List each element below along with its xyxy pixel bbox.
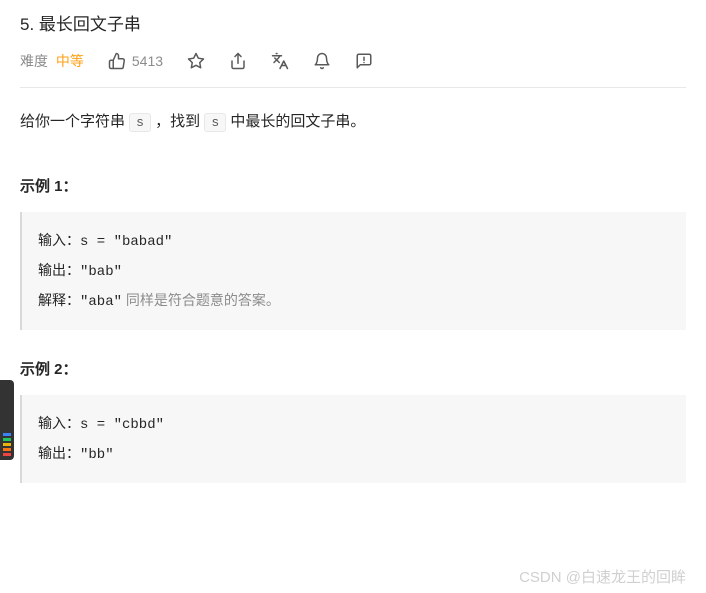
- example-heading: 示例 1：: [20, 175, 686, 196]
- translate-icon: [271, 52, 289, 70]
- explain-code: "aba": [80, 294, 122, 310]
- output-value: "bab": [80, 264, 122, 280]
- difficulty: 难度 中等: [20, 51, 84, 71]
- divider: [20, 87, 686, 88]
- problem-title: 5. 最长回文子串: [20, 10, 686, 35]
- widget-bar: [3, 453, 11, 456]
- example-2: 示例 2： 输入：s = "cbbd" 输出："bb": [20, 358, 686, 483]
- example-block: 输入：s = "babad" 输出："bab" 解释："aba" 同样是符合题意…: [20, 212, 686, 330]
- input-value: s = "cbbd": [80, 417, 164, 433]
- translate-button[interactable]: [271, 52, 289, 70]
- output-label: 输出：: [38, 262, 80, 278]
- watermark: CSDN @白速龙王的回眸: [519, 566, 686, 587]
- thumbs-up-icon: [108, 52, 126, 70]
- desc-mid: ，找到: [155, 113, 204, 130]
- input-label: 输入：: [38, 232, 80, 248]
- example-1: 示例 1： 输入：s = "babad" 输出："bab" 解释："aba" 同…: [20, 175, 686, 330]
- meta-row: 难度 中等 5413: [20, 51, 686, 71]
- widget-bar: [3, 443, 11, 446]
- desc-var1: s: [129, 113, 151, 132]
- desc-suffix: 中最长的回文子串。: [230, 113, 365, 130]
- widget-bar: [3, 448, 11, 451]
- notification-button[interactable]: [313, 52, 331, 70]
- example-block: 输入：s = "cbbd" 输出："bb": [20, 395, 686, 483]
- star-icon: [187, 52, 205, 70]
- explain-text: 同样是符合题意的答案。: [122, 292, 280, 308]
- example-heading: 示例 2：: [20, 358, 686, 379]
- widget-bar: [3, 433, 11, 436]
- like-count: 5413: [132, 53, 163, 69]
- bell-icon: [313, 52, 331, 70]
- widget-bar: [3, 438, 11, 441]
- input-value: s = "babad": [80, 234, 172, 250]
- problem-description: 给你一个字符串 s ，找到 s 中最长的回文子串。: [20, 108, 686, 135]
- feedback-icon: [355, 52, 373, 70]
- input-label: 输入：: [38, 415, 80, 431]
- output-value: "bb": [80, 447, 114, 463]
- share-button[interactable]: [229, 52, 247, 70]
- difficulty-label: 难度: [20, 53, 48, 69]
- desc-prefix: 给你一个字符串: [20, 113, 129, 130]
- output-label: 输出：: [38, 445, 80, 461]
- feedback-button[interactable]: [355, 52, 373, 70]
- like-button[interactable]: 5413: [108, 52, 163, 70]
- share-icon: [229, 52, 247, 70]
- desc-var2: s: [204, 113, 226, 132]
- difficulty-value: 中等: [56, 53, 84, 69]
- explain-label: 解释：: [38, 292, 80, 308]
- favorite-button[interactable]: [187, 52, 205, 70]
- side-widget[interactable]: [0, 380, 14, 460]
